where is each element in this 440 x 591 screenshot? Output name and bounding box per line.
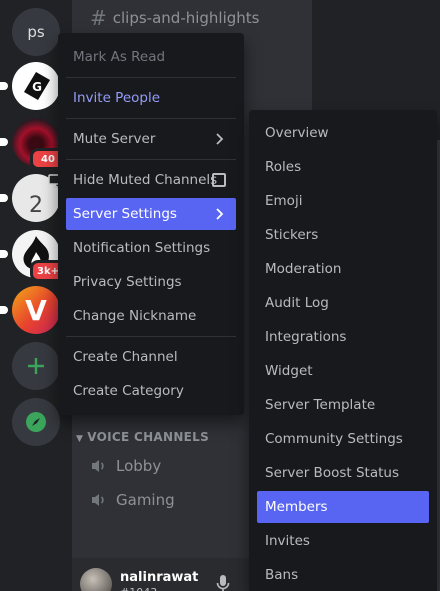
g-logo-icon: G (24, 72, 50, 100)
submenu-item-label: Moderation (265, 261, 342, 277)
microphone-icon[interactable] (216, 574, 230, 591)
server-icon: V (12, 286, 60, 334)
menu-item-invite-people[interactable]: Invite People (66, 82, 236, 114)
menu-item-label: Create Category (73, 383, 184, 399)
avatar[interactable] (80, 568, 112, 591)
add-server-button[interactable] (12, 342, 60, 390)
server-flame[interactable]: 3k+ (0, 230, 66, 282)
voice-category-label: VOICE CHANNELS (87, 430, 210, 444)
menu-item-label: Mute Server (73, 131, 156, 147)
server-two[interactable]: 2 (0, 174, 64, 222)
menu-item-label: Hide Muted Channels (73, 172, 218, 188)
chevron-right-icon (216, 133, 224, 145)
submenu-item-label: Invites (265, 533, 310, 549)
menu-divider (66, 159, 236, 160)
submenu-item-label: Audit Log (265, 295, 329, 311)
server-context-menu: Mark As Read Invite People Mute Server H… (58, 33, 244, 415)
submenu-item-label: Widget (265, 363, 313, 379)
speaker-icon (92, 494, 104, 506)
submenu-item-label: Bans (265, 567, 299, 583)
user-discriminator: #1043 (120, 586, 157, 591)
submenu-item-server-template[interactable]: Server Template (257, 389, 429, 421)
submenu-item-emoji[interactable]: Emoji (257, 185, 429, 217)
menu-item-label: Change Nickname (73, 308, 197, 324)
submenu-item-widget[interactable]: Widget (257, 355, 429, 387)
menu-divider (66, 118, 236, 119)
menu-item-label: Create Channel (73, 349, 178, 365)
chevron-down-icon: ▼ (76, 434, 84, 444)
menu-item-server-settings[interactable]: Server Settings (66, 198, 236, 230)
server-glyph: 2 (29, 192, 43, 218)
menu-item-label: Privacy Settings (73, 274, 182, 290)
submenu-item-label: Emoji (265, 193, 303, 209)
submenu-item-label: Stickers (265, 227, 319, 243)
voice-channel-name: Gaming (116, 491, 175, 509)
unread-pip (0, 138, 8, 146)
hashtag-icon: # (90, 6, 107, 30)
menu-item-mute-server[interactable]: Mute Server (66, 123, 236, 155)
submenu-item-audit-log[interactable]: Audit Log (257, 287, 429, 319)
submenu-item-roles[interactable]: Roles (257, 151, 429, 183)
server-glyph: V (25, 293, 47, 327)
menu-divider (66, 336, 236, 337)
submenu-item-server-boost-status[interactable]: Server Boost Status (257, 457, 429, 489)
server-g[interactable]: G (0, 62, 60, 110)
checkbox[interactable] (212, 173, 226, 187)
compass-icon (26, 412, 46, 432)
submenu-item-label: Server Boost Status (265, 465, 399, 481)
plus-icon (28, 358, 44, 374)
server-initials[interactable]: ps (12, 8, 60, 56)
unread-pip (0, 82, 8, 90)
menu-divider (66, 77, 236, 78)
server-settings-submenu: Overview Roles Emoji Stickers Moderation… (249, 110, 437, 591)
submenu-item-label: Members (265, 499, 328, 515)
submenu-item-label: Overview (265, 125, 329, 141)
voice-category[interactable]: ▼ VOICE CHANNELS (76, 430, 209, 444)
menu-item-privacy-settings[interactable]: Privacy Settings (66, 266, 236, 298)
menu-item-create-category[interactable]: Create Category (66, 375, 236, 407)
menu-item-hide-muted-channels[interactable]: Hide Muted Channels (66, 164, 236, 196)
menu-item-create-channel[interactable]: Create Channel (66, 341, 236, 373)
server-red[interactable]: 40 (0, 118, 66, 170)
server-initials-label: ps (27, 23, 45, 41)
channel-clips-and-highlights[interactable]: # clips-and-highlights (90, 6, 260, 30)
submenu-item-label: Community Settings (265, 431, 403, 447)
explore-servers-button[interactable] (12, 398, 60, 446)
server-v[interactable]: V (0, 286, 60, 334)
voice-channel-lobby[interactable]: Lobby (90, 454, 161, 478)
voice-channel-gaming[interactable]: Gaming (90, 488, 175, 512)
submenu-item-label: Server Template (265, 397, 376, 413)
speaker-icon (92, 460, 104, 472)
submenu-item-overview[interactable]: Overview (257, 117, 429, 149)
unread-pip (0, 250, 8, 258)
submenu-item-community-settings[interactable]: Community Settings (257, 423, 429, 455)
menu-item-label: Mark As Read (73, 49, 166, 65)
server-icon: G (12, 62, 60, 110)
submenu-item-invites[interactable]: Invites (257, 525, 429, 557)
unread-pip (0, 194, 8, 202)
chevron-right-icon (216, 208, 224, 220)
menu-item-mark-as-read[interactable]: Mark As Read (66, 41, 236, 73)
submenu-item-moderation[interactable]: Moderation (257, 253, 429, 285)
submenu-item-members[interactable]: Members (257, 491, 429, 523)
menu-item-label: Invite People (73, 90, 161, 106)
menu-item-label: Notification Settings (73, 240, 211, 256)
voice-channel-name: Lobby (116, 457, 162, 475)
server-glyph: G (32, 80, 42, 94)
menu-item-label: Server Settings (73, 206, 177, 222)
submenu-item-label: Integrations (265, 329, 347, 345)
submenu-item-stickers[interactable]: Stickers (257, 219, 429, 251)
channel-name: clips-and-highlights (112, 9, 260, 27)
submenu-item-bans[interactable]: Bans (257, 559, 429, 591)
menu-item-notification-settings[interactable]: Notification Settings (66, 232, 236, 264)
username: nalinrawat (120, 570, 199, 585)
submenu-item-label: Roles (265, 159, 302, 175)
submenu-item-integrations[interactable]: Integrations (257, 321, 429, 353)
unread-pip (0, 306, 8, 314)
menu-item-change-nickname[interactable]: Change Nickname (66, 300, 236, 332)
